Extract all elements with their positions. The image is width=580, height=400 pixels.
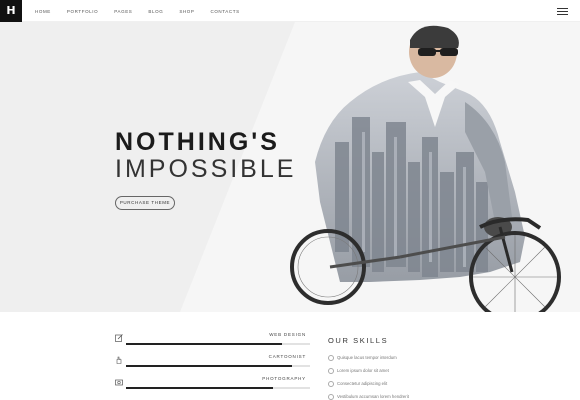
pen-icon — [115, 334, 123, 342]
check-circle-icon — [328, 393, 334, 400]
nav-home[interactable]: HOME — [35, 9, 51, 14]
skill-label: PHOTOGRAPHY — [262, 376, 306, 381]
list-item: Consectetur adipiscing elit — [328, 377, 409, 390]
skill-label: CARTOONIST — [268, 354, 306, 359]
hero-subtitle: IMPOSSIBLE — [115, 155, 297, 183]
list-item-text: Lorem ipsum dolor sit amet — [337, 368, 389, 373]
main-nav: HOME PORTFOLIO PAGES BLOG SHOP CONTACTS — [35, 0, 256, 22]
list-item-text: Quisque lacus tempor interdum — [337, 355, 397, 360]
skill-progress-fill — [126, 343, 283, 345]
skills-list: Quisque lacus tempor interdum Lorem ipsu… — [328, 351, 409, 400]
camera-icon — [115, 379, 123, 386]
list-item: Lorem ipsum dolor sit amet — [328, 364, 409, 377]
logo[interactable]: H — [0, 0, 22, 22]
nav-portfolio[interactable]: PORTFOLIO — [67, 9, 98, 14]
check-circle-icon — [328, 367, 334, 374]
purchase-theme-button[interactable]: PURCHASE THEME — [115, 196, 175, 210]
skill-web-design: WEB DESIGN — [115, 332, 310, 346]
top-navigation: H HOME PORTFOLIO PAGES BLOG SHOP CONTACT… — [0, 0, 580, 22]
skill-photography: PHOTOGRAPHY — [115, 376, 310, 390]
skill-progress-fill — [126, 387, 274, 389]
skill-cartoonist: CARTOONIST — [115, 354, 310, 368]
skill-progress-track — [126, 387, 310, 389]
hamburger-menu-icon[interactable] — [557, 8, 568, 15]
skill-label: WEB DESIGN — [269, 332, 306, 337]
skills-section: WEB DESIGN CARTOONIST PHOTOGRAPHY OUR SK… — [0, 312, 580, 400]
check-circle-icon — [328, 380, 334, 387]
hero-title: NOTHING'S — [115, 128, 280, 156]
list-item: Quisque lacus tempor interdum — [328, 351, 409, 364]
list-item-text: Vestibulum accumsan lorem hendrerit — [337, 394, 409, 399]
hand-icon — [116, 356, 122, 364]
skill-progress-track — [126, 343, 310, 345]
skill-progress-fill — [126, 365, 292, 367]
hero-section: NOTHING'S IMPOSSIBLE PURCHASE THEME — [0, 22, 580, 312]
skills-heading: OUR SKILLS — [328, 336, 389, 345]
list-item: Vestibulum accumsan lorem hendrerit — [328, 390, 409, 400]
nav-blog[interactable]: BLOG — [148, 9, 163, 14]
list-item-text: Consectetur adipiscing elit — [337, 381, 388, 386]
skill-progress-track — [126, 365, 310, 367]
check-circle-icon — [328, 354, 334, 361]
nav-shop[interactable]: SHOP — [179, 9, 194, 14]
nav-pages[interactable]: PAGES — [114, 9, 132, 14]
nav-contacts[interactable]: CONTACTS — [210, 9, 239, 14]
hero-cyclist-image — [290, 25, 561, 312]
